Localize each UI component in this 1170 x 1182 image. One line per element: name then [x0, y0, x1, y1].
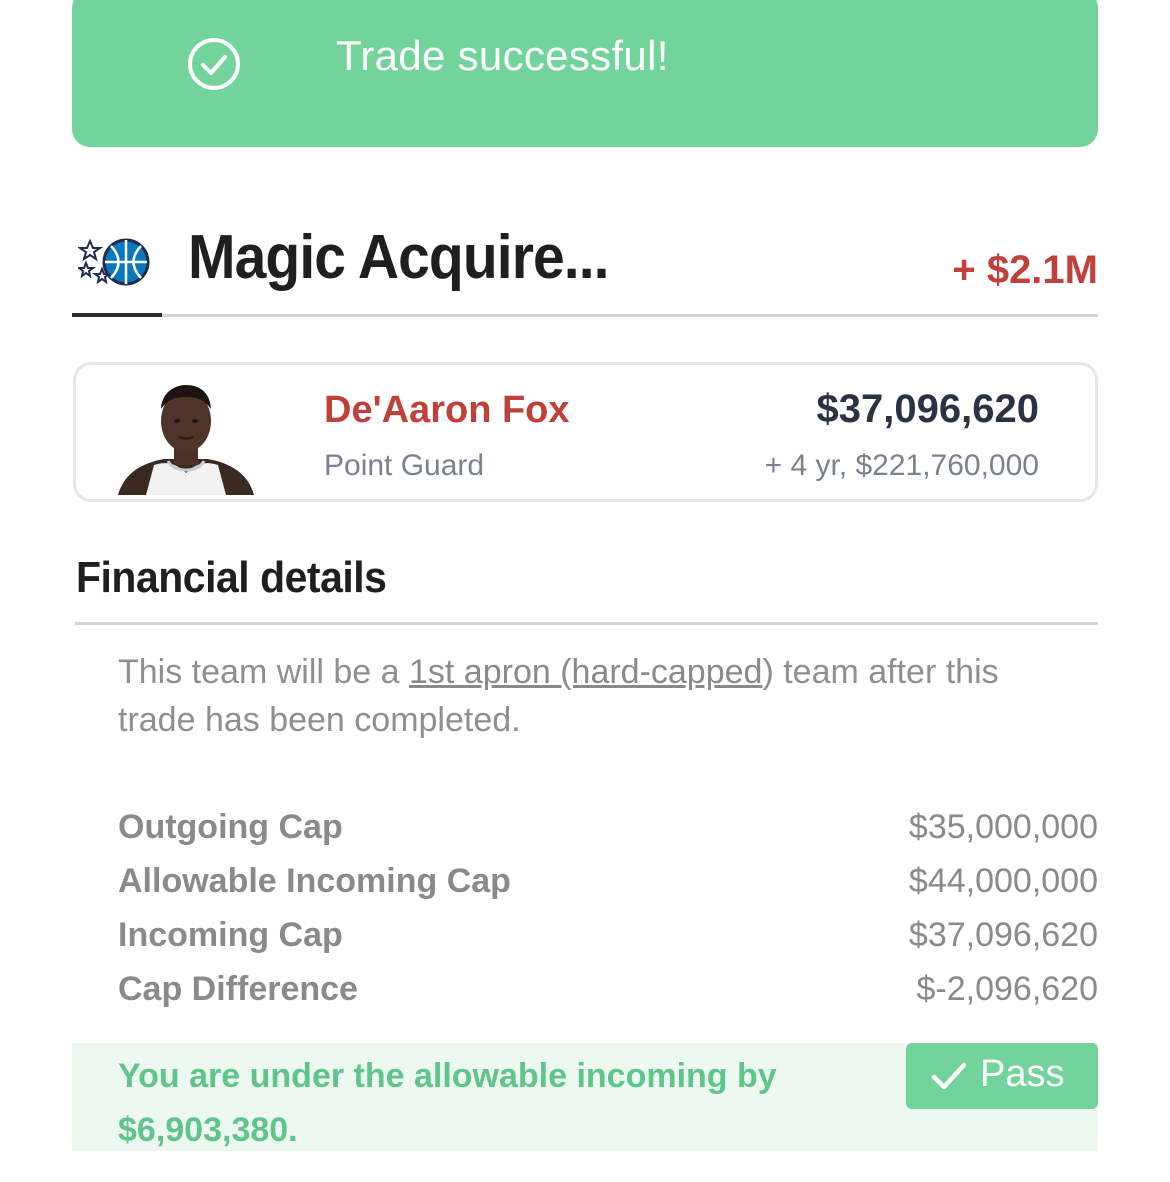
cap-change-badge: + $2.1M	[952, 248, 1098, 292]
row-value: $37,096,620	[908, 916, 1098, 954]
result-banner: You are under the allowable incoming by …	[72, 1043, 1098, 1151]
pass-label: Pass	[980, 1053, 1065, 1095]
result-message: You are under the allowable incoming by …	[118, 1057, 777, 1149]
header-divider	[72, 314, 1098, 317]
player-headshot	[118, 385, 254, 495]
apron-link[interactable]: 1st apron (hard-capped	[409, 653, 762, 691]
pass-status-button[interactable]: Pass	[906, 1043, 1098, 1109]
player-salary: $37,096,620	[816, 387, 1039, 431]
player-name[interactable]: De'Aaron Fox	[324, 389, 570, 432]
row-label: Incoming Cap	[118, 916, 343, 954]
row-value: $35,000,000	[908, 808, 1098, 846]
row-label: Cap Difference	[118, 970, 358, 1008]
financial-row: Cap Difference $-2,096,620	[118, 970, 1098, 1024]
row-label: Outgoing Cap	[118, 808, 343, 846]
row-label: Allowable Incoming Cap	[118, 862, 511, 900]
player-card[interactable]: De'Aaron Fox Point Guard $37,096,620 + 4…	[73, 362, 1098, 502]
check-circle-icon	[188, 38, 240, 90]
page-title: Magic Acquire...	[188, 223, 610, 292]
apron-note: This team will be a 1st apron (hard-capp…	[118, 648, 1078, 744]
note-prefix: This team will be a	[118, 653, 409, 691]
player-contract: + 4 yr, $221,760,000	[764, 449, 1039, 482]
financial-row: Outgoing Cap $35,000,000	[118, 808, 1098, 862]
section-divider	[75, 622, 1098, 625]
financial-row: Allowable Incoming Cap $44,000,000	[118, 862, 1098, 916]
success-toast: Trade successful!	[72, 0, 1098, 147]
section-title: Financial details	[76, 553, 387, 602]
toast-message: Trade successful!	[336, 32, 669, 79]
player-position: Point Guard	[324, 449, 485, 482]
orlando-magic-logo-icon	[78, 238, 150, 286]
row-value: $44,000,000	[908, 862, 1098, 900]
row-value: $-2,096,620	[916, 970, 1099, 1008]
team-header: Magic Acquire... + $2.1M	[72, 210, 1098, 316]
check-icon	[931, 1062, 967, 1090]
financial-row: Incoming Cap $37,096,620	[118, 916, 1098, 970]
active-team-tab-indicator[interactable]	[72, 313, 162, 317]
